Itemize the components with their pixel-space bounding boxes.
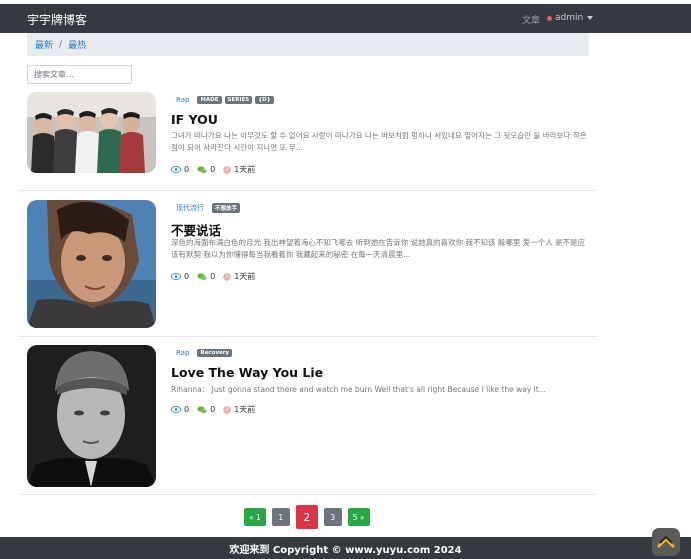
page-2-button[interactable]: 2 xyxy=(295,505,318,529)
post-meta: Rap MADE SERIES {D} xyxy=(176,96,274,104)
user-name: admin xyxy=(555,13,584,23)
post-excerpt: 그녀가 떠나가요 나는 아무것도 할 수 없어요 사랑이 떠나가요 나는 바보처… xyxy=(171,131,587,152)
post-card: Rap MADE SERIES {D} IF YOU 그녀가 떠나가요 나는 아… xyxy=(18,88,598,191)
brand-logo[interactable]: 宇宇牌博客 xyxy=(27,11,87,28)
footer: 欢迎来到 Copyright © www.yuyu.com 2024 xyxy=(0,537,691,559)
eye-icon xyxy=(171,273,181,280)
post-category-link[interactable]: Rap xyxy=(176,349,189,357)
views-count: 0 xyxy=(184,405,190,414)
comments-count: 0 xyxy=(210,405,216,414)
page-prev-button[interactable]: « 1 xyxy=(244,508,266,526)
breadcrumb: 最新 / 最热 xyxy=(27,33,589,56)
breadcrumb-separator: / xyxy=(59,39,63,50)
time-stat: 1天前 xyxy=(223,271,255,282)
comments-count: 0 xyxy=(210,165,216,174)
sort-hottest-link[interactable]: 最热 xyxy=(68,38,86,51)
back-to-top-button[interactable] xyxy=(652,528,680,556)
footer-copyright: 欢迎来到 Copyright © www.yuyu.com 2024 xyxy=(229,544,462,556)
eye-icon xyxy=(171,406,181,413)
navbar: 宇宇牌博客 文章 admin xyxy=(0,4,691,33)
comments-icon xyxy=(197,272,207,280)
post-thumbnail[interactable] xyxy=(27,200,156,328)
nav-articles-link[interactable]: 文章 xyxy=(522,13,540,26)
comments-icon xyxy=(197,165,207,173)
post-title[interactable]: IF YOU xyxy=(171,112,218,127)
post-meta: 现代流行 不想放手 xyxy=(176,203,241,213)
comments-stat: 0 xyxy=(197,272,215,281)
page-next-button[interactable]: 5 » xyxy=(347,508,370,526)
post-excerpt: Rihanna： Just gonna stand there and watc… xyxy=(171,385,546,394)
post-tag[interactable]: 不想放手 xyxy=(212,203,241,213)
time-stat: 1天前 xyxy=(223,404,255,415)
clock-icon xyxy=(223,405,231,414)
post-stats: 0 0 1天前 xyxy=(171,164,263,175)
clock-icon xyxy=(223,165,231,174)
views-count: 0 xyxy=(184,165,190,174)
views-stat: 0 xyxy=(171,165,189,174)
pagination: « 1 - 1 2 3 - 5 » xyxy=(244,505,370,529)
post-tag[interactable]: Recovery xyxy=(197,349,233,357)
post-meta: Rap Recovery xyxy=(176,349,233,357)
time-stat: 1天前 xyxy=(223,164,255,175)
comments-stat: 0 xyxy=(197,405,215,414)
post-card: 现代流行 不想放手 不要说话 深色的海面布满白色的月光 我出神望着海心不知飞哪去… xyxy=(18,191,598,337)
page-gap: - xyxy=(343,513,347,521)
chevron-up-icon xyxy=(656,535,676,549)
post-card: Rap Recovery Love The Way You Lie Rihann… xyxy=(18,337,598,495)
post-time: 1天前 xyxy=(234,165,256,174)
post-excerpt: 深色的海面布满白色的月光 我出神望着海心不知飞哪去 听到她在告诉你 说她真的喜欢… xyxy=(171,238,586,259)
post-time: 1天前 xyxy=(234,272,256,281)
views-stat: 0 xyxy=(171,405,189,414)
views-stat: 0 xyxy=(171,272,189,281)
page-gap: - xyxy=(267,513,271,521)
clock-icon xyxy=(223,272,231,281)
sort-latest-link[interactable]: 最新 xyxy=(35,38,53,51)
post-tag[interactable]: MADE xyxy=(197,96,222,104)
post-stats: 0 0 1天前 xyxy=(171,271,263,282)
post-category-link[interactable]: Rap xyxy=(176,96,189,104)
post-tag[interactable]: {D} xyxy=(255,96,274,104)
comments-count: 0 xyxy=(210,272,216,281)
post-thumbnail[interactable] xyxy=(27,92,156,173)
eye-icon xyxy=(171,166,181,173)
comments-stat: 0 xyxy=(197,165,215,174)
views-count: 0 xyxy=(184,272,190,281)
post-time: 1天前 xyxy=(234,405,256,414)
comments-icon xyxy=(197,405,207,413)
post-stats: 0 0 1天前 xyxy=(171,404,263,415)
page-3-button[interactable]: 3 xyxy=(323,508,342,526)
post-thumbnail[interactable] xyxy=(27,345,156,487)
search-input[interactable] xyxy=(27,65,132,84)
post-category-link[interactable]: 现代流行 xyxy=(176,203,204,213)
user-status-dot-icon xyxy=(547,15,552,21)
user-menu[interactable]: admin xyxy=(547,13,594,23)
chevron-down-icon xyxy=(587,16,594,20)
post-tag[interactable]: SERIES xyxy=(224,96,253,104)
post-title[interactable]: Love The Way You Lie xyxy=(171,365,323,380)
page-1-button[interactable]: 1 xyxy=(271,508,290,526)
